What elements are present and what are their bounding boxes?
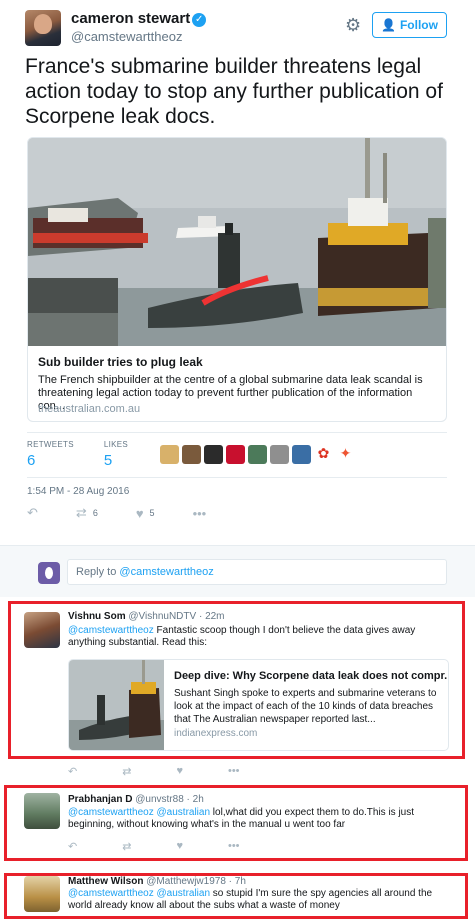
flower-icon[interactable]: ✿ bbox=[314, 445, 333, 464]
more-icon: ••• bbox=[192, 505, 207, 521]
reply-time[interactable]: 2h bbox=[193, 794, 204, 805]
liker-avatar[interactable] bbox=[226, 445, 245, 464]
reply-item[interactable]: Prabhanjan D @unvstr88 · 2h @camstewartt… bbox=[0, 785, 475, 861]
liker-avatar[interactable] bbox=[292, 445, 311, 464]
reply-icon[interactable]: ↶ bbox=[68, 765, 77, 778]
liker-avatar[interactable] bbox=[270, 445, 289, 464]
liker-avatar[interactable] bbox=[248, 445, 267, 464]
heart-icon[interactable]: ♥ bbox=[176, 840, 183, 853]
reply-name[interactable]: Matthew Wilson bbox=[68, 876, 143, 887]
reply-text: @camstewarttheoz @australian so stupid I… bbox=[68, 888, 453, 912]
reply-header: Vishnu Som @VishnuNDTV · 22m bbox=[68, 611, 225, 622]
reply-card-description: Sushant Singh spoke to experts and subma… bbox=[174, 688, 437, 725]
reply-bar: Reply to @camstewarttheoz bbox=[0, 545, 475, 597]
follow-button[interactable]: 👤 Follow bbox=[372, 12, 447, 38]
retweet-icon: ⇄ bbox=[75, 505, 87, 520]
reply-icon: ↶ bbox=[27, 505, 38, 520]
gear-icon[interactable]: ⚙ bbox=[345, 15, 361, 36]
liker-avatar[interactable] bbox=[160, 445, 179, 464]
retweet-button[interactable]: ⇄ 6 bbox=[76, 505, 98, 521]
like-action-count: 5 bbox=[149, 508, 155, 518]
reply-link-card[interactable]: Deep dive: Why Scorpene data leak does n… bbox=[68, 659, 449, 751]
reply-avatar[interactable] bbox=[24, 612, 60, 648]
divider bbox=[27, 477, 447, 478]
likes-label: LIKES bbox=[103, 440, 129, 449]
add-user-icon: 👤 bbox=[381, 18, 396, 32]
reply-handle[interactable]: @Matthewjw1978 bbox=[146, 876, 226, 887]
reply-card-domain: indianexpress.com bbox=[174, 728, 258, 739]
heart-icon[interactable]: ♥ bbox=[176, 765, 183, 778]
reply-text: @camstewarttheoz @australian lol,what di… bbox=[68, 807, 453, 831]
tweet-actions: ↶ ⇄ 6 ♥ 5 ••• bbox=[27, 505, 277, 521]
verified-badge-icon: ✓ bbox=[192, 13, 207, 27]
reply-actions: ↶ ⇄ ♥ ••• bbox=[68, 765, 285, 778]
more-icon[interactable]: ••• bbox=[228, 840, 240, 853]
engagement-stats: RETWEETS 6 LIKES 5 bbox=[27, 440, 158, 469]
retweets-label: RETWEETS bbox=[27, 440, 74, 449]
reply-handle[interactable]: @VishnuNDTV bbox=[128, 611, 196, 622]
reply-name[interactable]: Prabhanjan D bbox=[68, 794, 132, 805]
follow-label: Follow bbox=[399, 18, 438, 32]
liker-avatars: ✿ ✦ bbox=[160, 445, 358, 464]
liker-avatar[interactable] bbox=[204, 445, 223, 464]
likes-count: 5 bbox=[103, 452, 113, 469]
link-card[interactable]: Sub builder tries to plug leak The Frenc… bbox=[27, 137, 447, 422]
reply-avatar[interactable] bbox=[24, 876, 60, 912]
reply-mention[interactable]: @camstewarttheoz @australian bbox=[68, 888, 210, 899]
reply-avatar[interactable] bbox=[24, 793, 60, 829]
author-avatar[interactable] bbox=[25, 10, 61, 46]
reply-handle[interactable]: @unvstr88 bbox=[135, 794, 184, 805]
tweet-header: cameron stewart ✓ @camstewarttheoz bbox=[25, 10, 207, 46]
reply-card-title: Deep dive: Why Scorpene data leak does n… bbox=[174, 670, 449, 682]
reply-button[interactable]: ↶ bbox=[27, 505, 38, 521]
reply-header: Prabhanjan D @unvstr88 · 2h bbox=[68, 794, 204, 805]
reply-time[interactable]: 7h bbox=[235, 876, 246, 887]
reply-item[interactable]: Matthew Wilson @Matthewjw1978 · 7h @cams… bbox=[0, 873, 475, 916]
retweet-action-count: 6 bbox=[92, 508, 98, 518]
reply-card-image bbox=[69, 660, 164, 750]
reply-mention[interactable]: @camstewarttheoz @australian bbox=[68, 807, 210, 818]
retweet-icon[interactable]: ⇄ bbox=[122, 840, 131, 853]
author-names: cameron stewart ✓ @camstewarttheoz bbox=[71, 10, 207, 46]
reply-prefix: Reply to bbox=[76, 566, 120, 578]
reply-mention: @camstewarttheoz bbox=[119, 566, 214, 578]
reply-time[interactable]: 22m bbox=[205, 611, 224, 622]
reply-icon[interactable]: ↶ bbox=[68, 840, 77, 853]
leaf-icon[interactable]: ✦ bbox=[336, 445, 355, 464]
reply-actions: ↶ ⇄ ♥ ••• bbox=[68, 840, 285, 853]
author-name[interactable]: cameron stewart bbox=[71, 10, 190, 27]
reply-item[interactable]: Vishnu Som @VishnuNDTV · 22m @camstewart… bbox=[0, 597, 475, 782]
tweet-timestamp[interactable]: 1:54 PM - 28 Aug 2016 bbox=[27, 486, 129, 497]
heart-icon: ♥ bbox=[135, 505, 144, 521]
reply-mention[interactable]: @camstewarttheoz bbox=[68, 625, 154, 636]
reply-list: Vishnu Som @VishnuNDTV · 22m @camstewart… bbox=[0, 597, 475, 919]
retweets-count: 6 bbox=[27, 452, 36, 469]
divider bbox=[27, 432, 447, 433]
current-user-avatar bbox=[38, 562, 60, 584]
card-image bbox=[28, 138, 446, 346]
reply-input[interactable]: Reply to @camstewarttheoz bbox=[67, 559, 447, 585]
like-button[interactable]: ♥ 5 bbox=[136, 506, 155, 521]
author-handle[interactable]: @camstewarttheoz bbox=[71, 28, 206, 46]
reply-name[interactable]: Vishnu Som bbox=[68, 611, 126, 622]
reply-header: Matthew Wilson @Matthewjw1978 · 7h bbox=[68, 876, 246, 887]
more-button[interactable]: ••• bbox=[193, 506, 207, 521]
card-domain: theaustralian.com.au bbox=[38, 403, 141, 415]
more-icon[interactable]: ••• bbox=[228, 765, 240, 778]
card-title: Sub builder tries to plug leak bbox=[38, 355, 203, 369]
liker-avatar[interactable] bbox=[182, 445, 201, 464]
likes-stat[interactable]: LIKES 5 bbox=[104, 440, 128, 469]
reply-text: @camstewarttheoz Fantastic scoop though … bbox=[68, 625, 453, 649]
tweet-detail: cameron stewart ✓ @camstewarttheoz ⚙ 👤 Fol… bbox=[0, 0, 475, 545]
retweets-stat[interactable]: RETWEETS 6 bbox=[27, 440, 74, 469]
retweet-icon[interactable]: ⇄ bbox=[122, 765, 131, 778]
tweet-text: France's submarine builder threatens leg… bbox=[25, 55, 443, 128]
